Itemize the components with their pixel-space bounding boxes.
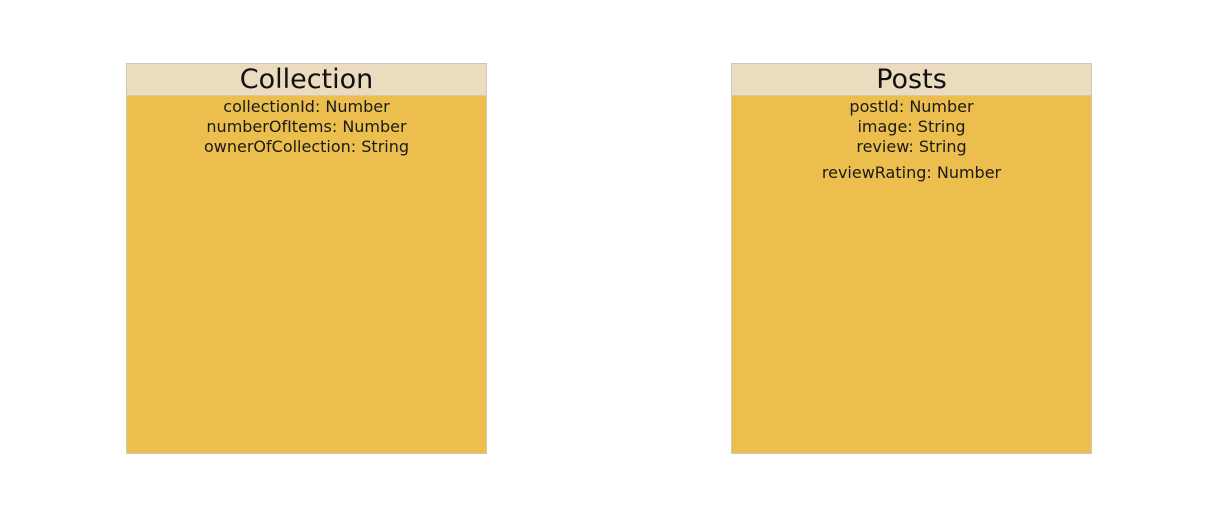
entity-title: Collection [127,64,486,96]
entity-title: Posts [732,64,1091,96]
field-postid: postId: Number [849,97,974,116]
field-reviewrating: reviewRating: Number [821,163,1002,182]
field-list: collectionId: Number numberOfItems: Numb… [127,96,486,157]
entity-posts: Posts postId: Number image: String revie… [731,63,1092,454]
field-review: review: String [856,137,967,156]
field-ownerofcollection: ownerOfCollection: String [203,137,410,156]
field-image: image: String [857,117,966,136]
field-numberofitems: numberOfItems: Number [206,117,407,136]
entity-collection: Collection collectionId: Number numberOf… [126,63,487,454]
field-collectionid: collectionId: Number [223,97,390,116]
field-list: postId: Number image: String review: Str… [732,96,1091,183]
